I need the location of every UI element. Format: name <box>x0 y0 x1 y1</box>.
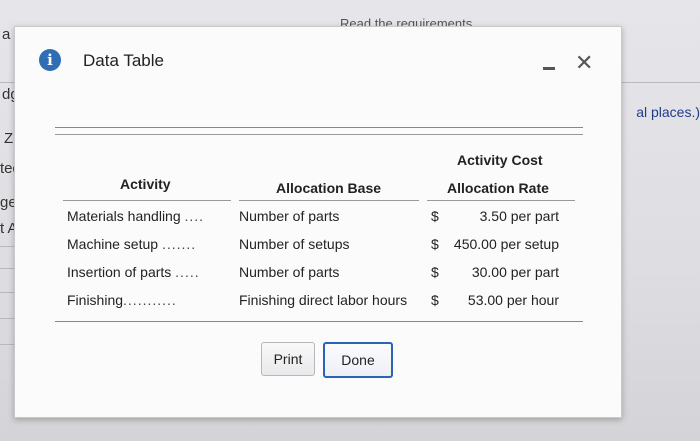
dialog-title: Data Table <box>83 51 164 70</box>
cell-activity: Materials handling .... <box>67 208 205 224</box>
table-row: Finishing........... Finishing direct la… <box>55 288 583 316</box>
header-activity-cost: Activity Cost <box>457 152 543 168</box>
header-underline <box>427 200 575 201</box>
background-right-text: al places.) <box>636 104 700 120</box>
cell-activity: Finishing........... <box>67 292 177 308</box>
info-icon: i <box>39 49 61 71</box>
background-fragment: Z <box>4 130 14 147</box>
cell-dollar-sign: $ <box>431 292 439 308</box>
cell-activity: Insertion of parts ..... <box>67 264 200 280</box>
cell-activity: Machine setup ....... <box>67 236 197 252</box>
background-divider <box>0 268 14 269</box>
print-button[interactable]: Print <box>261 342 315 376</box>
header-underline <box>63 200 231 201</box>
cell-allocation-base: Finishing direct labor hours <box>239 292 408 308</box>
dialog-title-bar: i Data Table ✕ <box>15 27 621 87</box>
cell-dollar-sign: $ <box>431 264 439 280</box>
table-row: Insertion of parts ..... Number of parts… <box>55 260 583 288</box>
cell-dollar-sign: $ <box>431 236 439 252</box>
header-underline <box>239 200 419 201</box>
cell-allocation-base: Number of setups <box>239 236 350 252</box>
data-table-dialog: i Data Table ✕ Activity Cost Activity Al… <box>14 26 622 418</box>
background-fragment: a <box>2 26 11 43</box>
table-rule <box>55 134 583 135</box>
cell-allocation-base: Number of parts <box>239 208 340 224</box>
done-button[interactable]: Done <box>323 342 393 378</box>
cell-dollar-sign: $ <box>431 208 439 224</box>
cell-allocation-rate: 53.00 per hour <box>467 292 559 308</box>
header-allocation-rate: Allocation Rate <box>447 180 549 196</box>
data-table: Activity Cost Activity Allocation Base A… <box>55 127 583 322</box>
background-divider <box>0 344 14 345</box>
header-activity: Activity <box>120 176 171 192</box>
background-divider <box>0 318 14 319</box>
table-row: Machine setup ....... Number of setups $… <box>55 232 583 260</box>
table-body: Materials handling .... Number of parts … <box>55 204 583 316</box>
cell-allocation-rate: 3.50 per part <box>479 208 559 224</box>
table-row: Materials handling .... Number of parts … <box>55 204 583 232</box>
cell-allocation-base: Number of parts <box>239 264 340 280</box>
cell-allocation-rate: 450.00 per setup <box>453 236 559 252</box>
background-divider <box>0 246 14 247</box>
close-icon[interactable]: ✕ <box>575 52 593 74</box>
cell-allocation-rate: 30.00 per part <box>471 264 559 280</box>
header-allocation-base: Allocation Base <box>276 180 382 196</box>
minimize-button[interactable] <box>543 67 555 70</box>
background-divider <box>0 292 14 293</box>
